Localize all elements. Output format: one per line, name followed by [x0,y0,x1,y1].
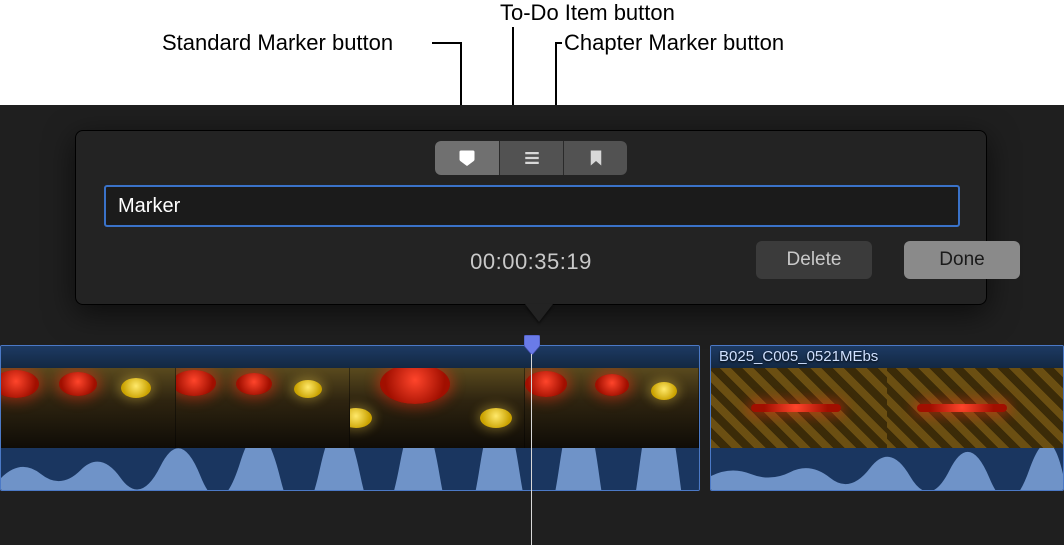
standard-marker-button[interactable] [435,141,499,175]
callout-todo: To-Do Item button [500,0,675,26]
clip-thumbnails [1,368,699,450]
annotation-callouts: Standard Marker button To-Do Item button… [0,0,1064,120]
marker-type-segmented-control [435,141,627,175]
clip-thumbnails [711,368,1063,450]
callout-chapter: Chapter Marker button [564,30,784,56]
marker-pin-icon[interactable] [524,335,540,355]
todo-item-button[interactable] [499,141,563,175]
timeline-clip[interactable] [0,345,700,491]
timeline-clip[interactable]: B025_C005_0521MEbs [710,345,1064,491]
audio-waveform [711,448,1063,490]
marker-timecode: 00:00:35:19 [470,249,592,275]
done-button[interactable]: Done [904,241,1020,279]
standard-marker-icon [458,149,476,167]
marker-popover: 00:00:35:19 Delete Done [75,130,987,305]
chapter-marker-icon [587,149,605,167]
audio-waveform [1,448,699,490]
playhead-line [531,354,532,545]
marker-name-input[interactable] [104,185,960,227]
delete-button[interactable]: Delete [756,241,872,279]
callout-standard: Standard Marker button [162,30,393,56]
popover-tail [525,304,553,322]
timeline[interactable]: B025_C005_0521MEbs [0,345,1064,505]
chapter-marker-button[interactable] [563,141,627,175]
clip-label: B025_C005_0521MEbs [719,348,878,365]
todo-icon [523,149,541,167]
